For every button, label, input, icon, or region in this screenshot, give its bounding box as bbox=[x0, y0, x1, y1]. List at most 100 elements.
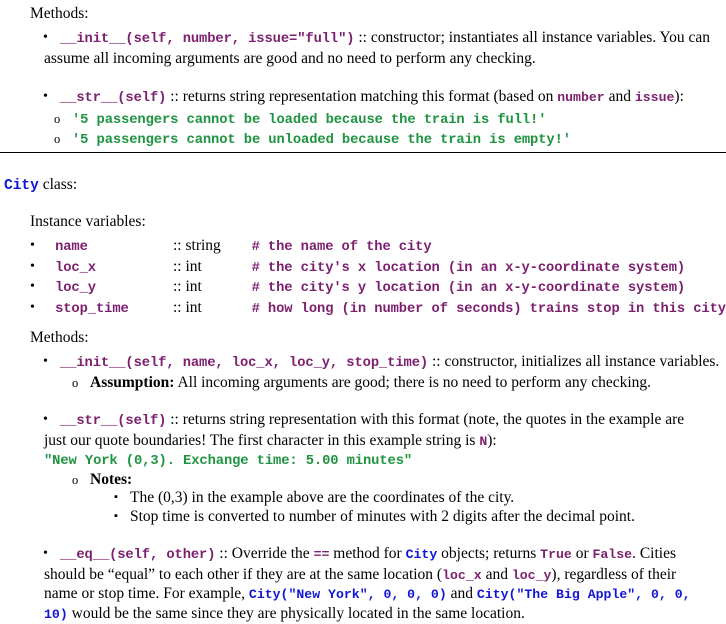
city-eq-t4: or bbox=[572, 545, 593, 562]
train-methods-section: Methods: __init__(self, number, issue="f… bbox=[30, 4, 726, 151]
ivar-name-cell: loc_y bbox=[55, 278, 173, 299]
city-class-name: City bbox=[4, 178, 39, 194]
city-class-title: City class: bbox=[4, 176, 77, 194]
city-eq-t3: objects; returns bbox=[437, 545, 540, 562]
ivar-comment-cell: # the city's y location (in an x-y-coord… bbox=[252, 278, 726, 299]
city-eq-locx-ref: loc_x bbox=[442, 568, 482, 583]
train-init-desc-line2: assume all incoming arguments are good a… bbox=[44, 50, 726, 69]
train-str-example-item: '5 passengers cannot be loaded because t… bbox=[48, 110, 726, 131]
city-str-separator: :: bbox=[166, 411, 182, 428]
train-str-example-full: '5 passengers cannot be loaded because t… bbox=[72, 113, 546, 128]
bullet-marker: • bbox=[30, 299, 55, 320]
ivar-comment: # the city's x location (in an x-y-coord… bbox=[252, 261, 686, 276]
bullet-marker: • bbox=[30, 237, 55, 258]
ivar-comment-cell: # the name of the city bbox=[252, 237, 726, 258]
bullet-marker: • bbox=[30, 278, 55, 299]
city-init-description: constructor, initializes all instance va… bbox=[444, 353, 719, 370]
city-eq-example-b: City("The Big Apple", 0, 0, bbox=[477, 587, 691, 602]
city-eq-t1: Override the bbox=[232, 545, 314, 562]
ivar-type-cell: :: int bbox=[173, 299, 252, 320]
city-eq-line4-text: would be the same since they are physica… bbox=[68, 605, 525, 622]
table-row: • loc_x :: int # the city's x location (… bbox=[30, 258, 726, 279]
train-str-item: __str__(self) :: returns string represen… bbox=[30, 88, 726, 151]
ivar-comment: # how long (in number of seconds) trains… bbox=[252, 302, 726, 317]
train-init-separator: :: bbox=[354, 29, 370, 46]
assumption-label: Assumption: bbox=[90, 374, 174, 391]
city-methods-list: __init__(self, name, loc_x, loc_y, stop_… bbox=[30, 353, 726, 624]
city-init-separator: :: bbox=[428, 353, 444, 370]
train-str-ref-issue: issue bbox=[635, 90, 675, 105]
city-eq-t5: . Cities bbox=[632, 545, 676, 562]
ivar-type-cell: :: string bbox=[173, 237, 252, 258]
table-row: • name :: string # the name of the city bbox=[30, 237, 726, 258]
city-eq-operator: == bbox=[314, 547, 330, 562]
city-eq-separator: :: bbox=[215, 545, 231, 562]
city-str-example: "New York (0,3). Exchange time: 5.00 min… bbox=[44, 454, 412, 469]
city-init-signature: __init__(self, name, loc_x, loc_y, stop_… bbox=[60, 356, 428, 371]
city-eq-false: False bbox=[592, 547, 632, 562]
ivar-comment-cell: # how long (in number of seconds) trains… bbox=[252, 299, 726, 320]
city-str-notes-item: Notes: The (0,3) in the example above ar… bbox=[66, 471, 726, 527]
city-eq-line2: should be “equal” to each other if they … bbox=[44, 566, 726, 586]
city-eq-item: __eq__(self, other) :: Override the == m… bbox=[30, 545, 726, 624]
train-str-example-empty: '5 passengers cannot be unloaded because… bbox=[72, 133, 571, 148]
city-eq-example-a: City("New York", 0, 0, 0) bbox=[249, 587, 447, 602]
city-init-assumption-list: Assumption: All incoming arguments are g… bbox=[66, 374, 726, 393]
city-init-item: __init__(self, name, loc_x, loc_y, stop_… bbox=[30, 353, 726, 392]
city-str-notes-list: Notes: The (0,3) in the example above ar… bbox=[66, 471, 726, 527]
train-str-desc-c: ): bbox=[674, 88, 683, 105]
city-eq-line4: 10) would be the same since they are phy… bbox=[44, 605, 726, 624]
table-row: • loc_y :: int # the city's y location (… bbox=[30, 278, 726, 299]
train-str-ref-number: number bbox=[557, 90, 604, 105]
ivar-comment-cell: # the city's x location (in an x-y-coord… bbox=[252, 258, 726, 279]
ivar-name-cell: stop_time bbox=[55, 299, 173, 320]
bullet-marker: • bbox=[30, 258, 55, 279]
city-str-desc-line1: returns string representation with this … bbox=[183, 411, 684, 428]
city-instance-variables-heading: Instance variables: bbox=[30, 212, 726, 231]
section-divider bbox=[0, 152, 726, 153]
city-eq-signature: __eq__(self, other) bbox=[60, 548, 215, 563]
ivar-name: loc_x bbox=[55, 261, 96, 276]
city-eq-locy-ref: loc_y bbox=[512, 568, 552, 583]
city-str-notes-sublist: The (0,3) in the example above are the c… bbox=[108, 489, 726, 526]
document-page: Methods: __init__(self, number, issue="f… bbox=[0, 0, 726, 620]
city-str-item: __str__(self) :: returns string represen… bbox=[30, 411, 726, 526]
ivar-name: loc_y bbox=[55, 281, 96, 296]
city-eq-line2a: should be “equal” to each other if they … bbox=[44, 566, 442, 583]
train-init-item: __init__(self, number, issue="full") :: … bbox=[30, 29, 726, 68]
city-str-desc-line2a: just our quote boundaries! The first cha… bbox=[44, 432, 479, 449]
train-str-desc-b: and bbox=[605, 88, 635, 105]
city-init-assumption-item: Assumption: All incoming arguments are g… bbox=[66, 374, 726, 393]
city-str-example-line: "New York (0,3). Exchange time: 5.00 min… bbox=[44, 451, 726, 471]
train-str-example-item: '5 passengers cannot be unloaded because… bbox=[48, 130, 726, 151]
city-str-desc-line2: just our quote boundaries! The first cha… bbox=[44, 432, 726, 452]
ivar-name-cell: name bbox=[55, 237, 173, 258]
note-item: The (0,3) in the example above are the c… bbox=[108, 489, 726, 508]
city-instance-variables-table: • name :: string # the name of the city … bbox=[30, 237, 726, 319]
city-methods-section: Methods: __init__(self, name, loc_x, loc… bbox=[30, 328, 726, 624]
train-str-separator: :: bbox=[166, 88, 182, 105]
ivar-type-cell: :: int bbox=[173, 278, 252, 299]
city-eq-t2: method for bbox=[329, 545, 405, 562]
train-methods-heading: Methods: bbox=[30, 4, 726, 23]
table-row: • stop_time :: int # how long (in number… bbox=[30, 299, 726, 320]
city-eq-line3a: name or stop time. For example, bbox=[44, 585, 249, 602]
notes-label: Notes: bbox=[90, 471, 132, 488]
city-eq-example-c: 10) bbox=[44, 607, 68, 622]
city-eq-line3b: and bbox=[447, 585, 477, 602]
city-eq-true: True bbox=[540, 547, 572, 562]
note-text: Stop time is converted to number of minu… bbox=[130, 508, 635, 525]
assumption-text: All incoming arguments are good; there i… bbox=[174, 374, 651, 391]
note-item: Stop time is converted to number of minu… bbox=[108, 508, 726, 527]
train-str-signature: __str__(self) bbox=[60, 91, 166, 106]
train-methods-list: __init__(self, number, issue="full") :: … bbox=[30, 29, 726, 151]
ivar-type-cell: :: int bbox=[173, 258, 252, 279]
city-eq-line2c: ), regardless of their bbox=[551, 566, 676, 583]
train-str-examples-list: '5 passengers cannot be loaded because t… bbox=[48, 110, 726, 151]
train-init-signature: __init__(self, number, issue="full") bbox=[60, 32, 354, 47]
note-text: The (0,3) in the example above are the c… bbox=[130, 489, 514, 506]
train-str-desc-a: returns string representation matching t… bbox=[183, 88, 557, 105]
ivar-comment: # the city's y location (in an x-y-coord… bbox=[252, 281, 686, 296]
city-instance-variables-section: Instance variables: • name :: string # t… bbox=[30, 212, 726, 319]
ivar-comment: # the name of the city bbox=[252, 240, 432, 255]
